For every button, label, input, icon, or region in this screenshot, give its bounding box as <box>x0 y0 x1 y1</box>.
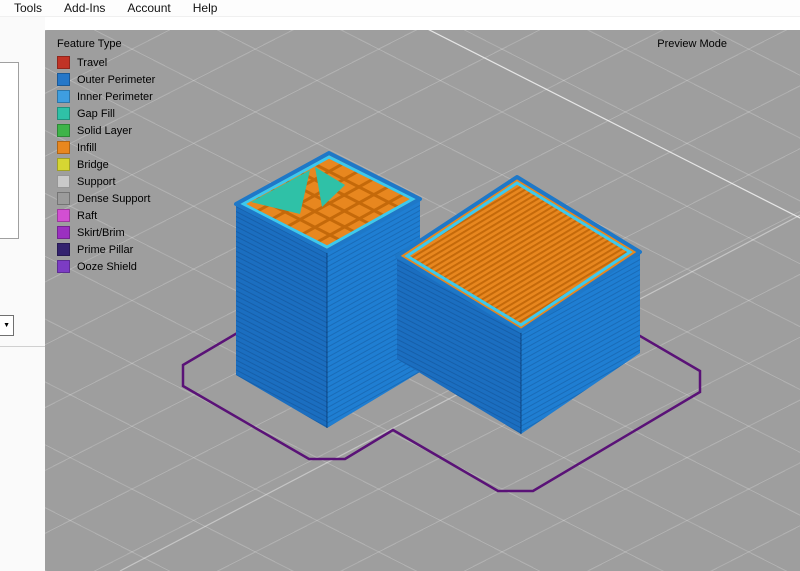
legend-item-label: Skirt/Brim <box>77 227 125 239</box>
legend-item-skirt-brim: Skirt/Brim <box>57 226 155 239</box>
legend-item-label: Gap Fill <box>77 108 115 120</box>
legend-color-swatch <box>57 141 70 154</box>
dropdown-fragment[interactable]: ▼ <box>0 315 14 336</box>
legend-title: Feature Type <box>57 38 155 50</box>
left-panel-cropped: ▼ <box>0 17 45 571</box>
legend-item-label: Dense Support <box>77 193 150 205</box>
legend-color-swatch <box>57 158 70 171</box>
legend-color-swatch <box>57 226 70 239</box>
legend-item-inner-perimeter: Inner Perimeter <box>57 90 155 103</box>
legend-item-solid-layer: Solid Layer <box>57 124 155 137</box>
legend-item-support: Support <box>57 175 155 188</box>
legend-item-label: Bridge <box>77 159 109 171</box>
menu-bar: Tools Add-Ins Account Help <box>0 0 800 17</box>
legend-item-label: Infill <box>77 142 97 154</box>
legend-item-label: Raft <box>77 210 97 222</box>
legend-item-gap-fill: Gap Fill <box>57 107 155 120</box>
menu-item-help[interactable]: Help <box>189 1 222 15</box>
model-cube-right[interactable] <box>397 177 640 434</box>
legend-color-swatch <box>57 243 70 256</box>
legend-item-ooze-shield: Ooze Shield <box>57 260 155 273</box>
legend-color-swatch <box>57 209 70 222</box>
legend-color-swatch <box>57 107 70 120</box>
legend-item-bridge: Bridge <box>57 158 155 171</box>
3d-scene[interactable] <box>45 30 800 571</box>
legend-item-label: Prime Pillar <box>77 244 133 256</box>
legend-item-label: Ooze Shield <box>77 261 137 273</box>
legend-color-swatch <box>57 56 70 69</box>
legend-color-swatch <box>57 175 70 188</box>
legend-item-dense-support: Dense Support <box>57 192 155 205</box>
legend-item-label: Inner Perimeter <box>77 91 153 103</box>
legend-item-prime-pillar: Prime Pillar <box>57 243 155 256</box>
panel-divider <box>0 346 45 347</box>
menu-item-tools[interactable]: Tools <box>10 1 46 15</box>
preview-mode-label: Preview Mode <box>657 38 727 50</box>
legend-item-outer-perimeter: Outer Perimeter <box>57 73 155 86</box>
feature-type-legend: Feature Type Travel Outer Perimeter Inne… <box>57 38 155 277</box>
legend-item-raft: Raft <box>57 209 155 222</box>
legend-color-swatch <box>57 73 70 86</box>
legend-color-swatch <box>57 260 70 273</box>
legend-item-travel: Travel <box>57 56 155 69</box>
process-list-fragment[interactable] <box>0 62 19 239</box>
legend-item-infill: Infill <box>57 141 155 154</box>
legend-color-swatch <box>57 90 70 103</box>
legend-item-label: Solid Layer <box>77 125 132 137</box>
menu-item-add-ins[interactable]: Add-Ins <box>60 1 109 15</box>
legend-item-label: Support <box>77 176 116 188</box>
legend-color-swatch <box>57 192 70 205</box>
menu-item-account[interactable]: Account <box>123 1 174 15</box>
chevron-down-icon: ▼ <box>3 322 13 329</box>
preview-viewport[interactable]: Feature Type Travel Outer Perimeter Inne… <box>45 30 800 571</box>
legend-color-swatch <box>57 124 70 137</box>
legend-item-label: Travel <box>77 57 107 69</box>
legend-item-label: Outer Perimeter <box>77 74 155 86</box>
model-cube-left[interactable] <box>236 153 420 428</box>
